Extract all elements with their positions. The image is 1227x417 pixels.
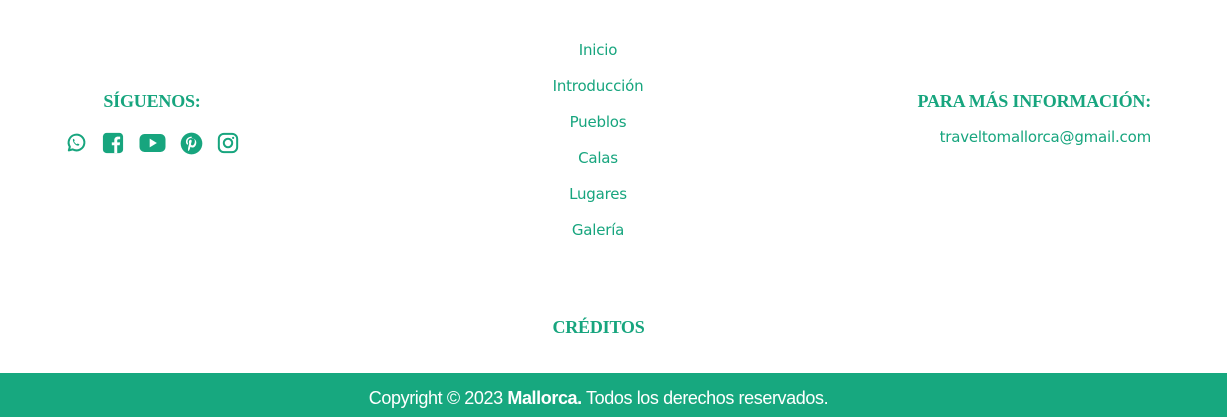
info-section: PARA MÁS INFORMACIÓN: traveltomallorca@g…: [917, 88, 1152, 146]
nav-link-introduccion[interactable]: Introducción: [498, 74, 698, 110]
credits-link[interactable]: CRÉDITOS: [0, 314, 1197, 340]
nav-link-lugares[interactable]: Lugares: [498, 182, 698, 218]
credits-section: CRÉDITOS: [0, 314, 1197, 340]
nav-link-inicio[interactable]: Inicio: [498, 38, 698, 74]
email-link[interactable]: traveltomallorca@gmail.com: [918, 128, 1152, 146]
social-icons: [40, 131, 264, 155]
youtube-icon[interactable]: [138, 131, 166, 155]
nav-link-pueblos[interactable]: Pueblos: [498, 110, 698, 146]
copyright-prefix: Copyright © 2023: [368, 388, 508, 408]
footer-nav: Inicio Introducción Pueblos Calas Lugare…: [498, 38, 698, 254]
pinterest-icon[interactable]: [179, 131, 203, 155]
whatsapp-icon[interactable]: [64, 131, 88, 155]
info-heading: PARA MÁS INFORMACIÓN:: [917, 91, 1152, 111]
instagram-icon[interactable]: [216, 131, 240, 155]
nav-link-calas[interactable]: Calas: [498, 146, 698, 182]
copyright-bar: Copyright © 2023 Mallorca. Todos los der…: [0, 373, 1227, 417]
copyright-suffix: Todos los derechos reservados.: [581, 388, 829, 408]
facebook-icon[interactable]: [101, 131, 125, 155]
nav-link-galeria[interactable]: Galería: [498, 218, 698, 254]
follow-section: SÍGUENOS:: [40, 88, 264, 155]
copyright-text: Copyright © 2023 Mallorca. Todos los der…: [0, 373, 1197, 417]
follow-heading: SÍGUENOS:: [103, 91, 201, 111]
copyright-brand: Mallorca.: [507, 388, 582, 408]
